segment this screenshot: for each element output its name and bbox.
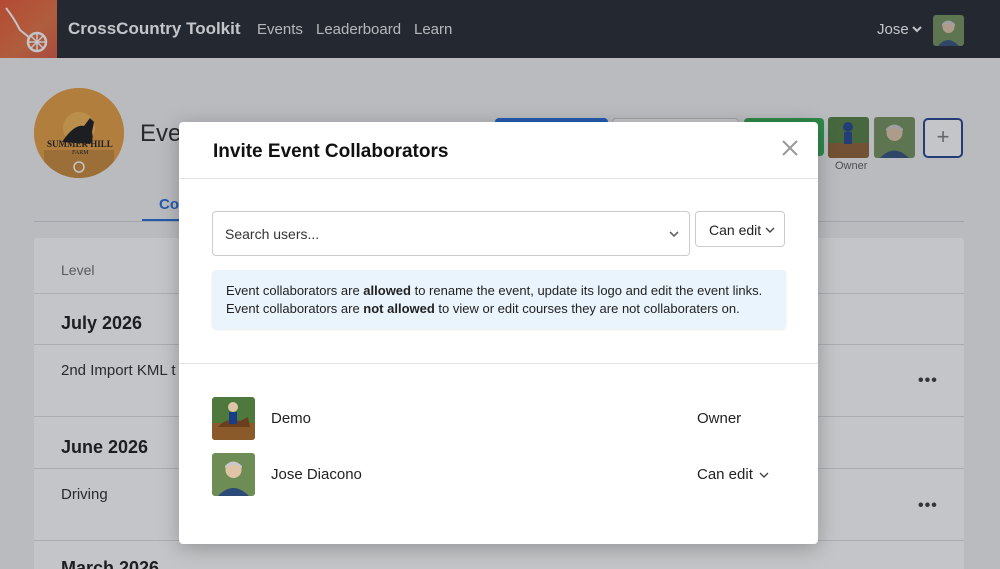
member-role-select[interactable]: Can edit xyxy=(697,466,753,483)
chevron-down-icon[interactable] xyxy=(759,471,769,479)
member-avatar-jose xyxy=(212,453,255,496)
member-role-owner: Owner xyxy=(697,410,742,427)
modal-title: Invite Event Collaborators xyxy=(213,141,449,162)
member-name: Demo xyxy=(271,410,312,427)
info-line-not-allowed: Event collaborators are not allowed to v… xyxy=(226,301,740,316)
permission-select-value: Can edit xyxy=(709,222,762,238)
close-icon[interactable] xyxy=(781,139,799,157)
modal-section-divider xyxy=(179,363,818,364)
member-name: Jose Diacono xyxy=(271,466,362,483)
modal-header-divider xyxy=(179,178,818,179)
permissions-info-alert: Event collaborators are allowed to renam… xyxy=(212,270,786,329)
invite-collaborators-modal: Invite Event Collaborators Can edit Even… xyxy=(179,122,818,544)
info-line-allowed: Event collaborators are allowed to renam… xyxy=(226,283,763,298)
user-search-combobox[interactable] xyxy=(212,211,690,256)
search-input[interactable] xyxy=(225,224,655,244)
chevron-down-icon[interactable] xyxy=(668,229,680,239)
permission-select[interactable]: Can edit xyxy=(695,211,785,247)
chevron-down-icon xyxy=(765,227,775,233)
member-avatar-demo xyxy=(212,397,255,440)
